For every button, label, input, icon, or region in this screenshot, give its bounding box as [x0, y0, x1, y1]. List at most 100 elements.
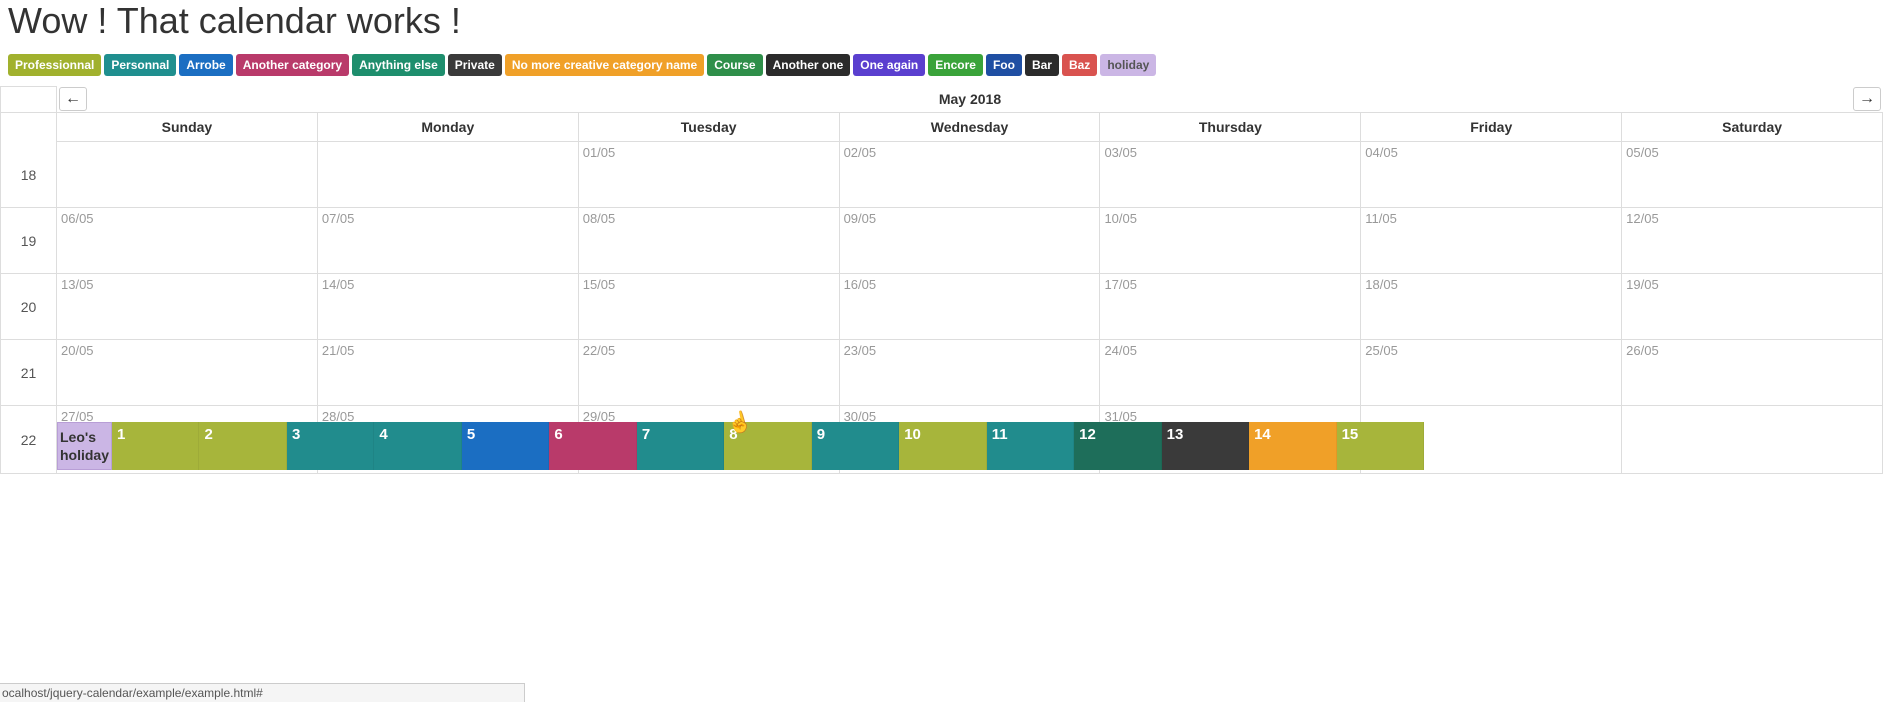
day-cell[interactable]: 09/05 — [840, 208, 1101, 274]
day-number: 09/05 — [844, 211, 877, 226]
day-cell[interactable]: 03/05 — [1100, 142, 1361, 208]
day-cell[interactable]: 18/05 — [1361, 274, 1622, 340]
category-badge[interactable]: One again — [853, 54, 925, 76]
status-bar: ocalhost/jquery-calendar/example/example… — [0, 683, 525, 702]
event-block[interactable]: 8 — [724, 422, 811, 470]
category-badge[interactable]: Bar — [1025, 54, 1059, 76]
day-cell[interactable]: 13/05 — [57, 274, 318, 340]
category-badge[interactable]: No more creative category name — [505, 54, 704, 76]
day-cell[interactable]: 10/05 — [1100, 208, 1361, 274]
event-block[interactable]: 10 — [899, 422, 986, 470]
day-header-monday: Monday — [318, 113, 579, 142]
day-cell[interactable]: 22/05 — [579, 340, 840, 406]
day-number: 25/05 — [1365, 343, 1398, 358]
event-track-empty — [1424, 422, 1883, 470]
day-header-saturday: Saturday — [1622, 113, 1883, 142]
category-badge[interactable]: Course — [707, 54, 762, 76]
next-month-button[interactable]: → — [1853, 87, 1881, 111]
day-cell[interactable]: 06/05 — [57, 208, 318, 274]
event-block[interactable]: 12 — [1074, 422, 1161, 470]
day-cell[interactable]: 24/05 — [1100, 340, 1361, 406]
day-header-thursday: Thursday — [1100, 113, 1361, 142]
category-badge[interactable]: Personnal — [104, 54, 176, 76]
event-block[interactable]: 5 — [462, 422, 549, 470]
week-number: 19 — [0, 208, 57, 274]
day-number: 24/05 — [1104, 343, 1137, 358]
day-cell[interactable]: 15/05 — [579, 274, 840, 340]
category-badge[interactable]: Arrobe — [179, 54, 232, 76]
day-number: 17/05 — [1104, 277, 1137, 292]
day-cell[interactable]: 01/05 — [579, 142, 840, 208]
event-track: Leo's holiday123456789101112131415 — [57, 422, 1883, 470]
week-number: 20 — [0, 274, 57, 340]
day-cell[interactable]: 11/05 — [1361, 208, 1622, 274]
event-block[interactable]: 6 — [549, 422, 636, 470]
category-badge[interactable]: Anything else — [352, 54, 445, 76]
day-cell[interactable] — [318, 142, 579, 208]
day-number: 11/05 — [1365, 211, 1397, 226]
category-badge[interactable]: Another one — [766, 54, 851, 76]
day-cell[interactable]: 14/05 — [318, 274, 579, 340]
day-number: 20/05 — [61, 343, 94, 358]
category-badge[interactable]: holiday — [1100, 54, 1156, 76]
day-cell[interactable]: 20/05 — [57, 340, 318, 406]
day-number: 13/05 — [61, 277, 94, 292]
day-number: 04/05 — [1365, 145, 1398, 160]
day-number: 23/05 — [844, 343, 877, 358]
day-cell[interactable]: 07/05 — [318, 208, 579, 274]
day-number: 01/05 — [583, 145, 616, 160]
category-badge[interactable]: Baz — [1062, 54, 1097, 76]
day-cell[interactable]: 08/05 — [579, 208, 840, 274]
page-title: Wow ! That calendar works ! — [0, 0, 1883, 42]
event-block[interactable]: 4 — [374, 422, 461, 470]
day-cell[interactable]: 12/05 — [1622, 208, 1883, 274]
event-block[interactable]: 11 — [987, 422, 1074, 470]
day-header-sunday: Sunday — [57, 113, 318, 142]
calendar-header-main: ← May 2018 → — [57, 86, 1883, 112]
day-cell[interactable]: 04/05 — [1361, 142, 1622, 208]
event-block[interactable]: 14 — [1249, 422, 1336, 470]
day-cell[interactable]: 19/05 — [1622, 274, 1883, 340]
day-number: 05/05 — [1626, 145, 1659, 160]
day-cell[interactable]: 21/05 — [318, 340, 579, 406]
week-row: 2120/0521/0522/0523/0524/0525/0526/05 — [0, 340, 1883, 406]
week-col-header — [0, 113, 57, 142]
category-badge[interactable]: Another category — [236, 54, 349, 76]
day-cell[interactable]: 25/05 — [1361, 340, 1622, 406]
day-number: 21/05 — [322, 343, 355, 358]
event-block[interactable]: 1 — [112, 422, 199, 470]
day-number: 18/05 — [1365, 277, 1398, 292]
day-number: 26/05 — [1626, 343, 1659, 358]
event-block[interactable]: 3 — [287, 422, 374, 470]
day-cell[interactable]: 05/05 — [1622, 142, 1883, 208]
category-badge[interactable]: Encore — [928, 54, 983, 76]
day-number: 08/05 — [583, 211, 616, 226]
holiday-event[interactable]: Leo's holiday — [57, 422, 112, 470]
day-number: 10/05 — [1104, 211, 1137, 226]
day-number: 15/05 — [583, 277, 616, 292]
day-number: 07/05 — [322, 211, 355, 226]
day-cell[interactable]: 26/05 — [1622, 340, 1883, 406]
day-number: 16/05 — [844, 277, 877, 292]
day-cell[interactable]: 16/05 — [840, 274, 1101, 340]
week-row: 2227/0528/0529/0530/0531/05Leo's holiday… — [0, 406, 1883, 474]
calendar-header-spacer — [0, 86, 57, 112]
category-badge[interactable]: Foo — [986, 54, 1022, 76]
day-cell[interactable] — [57, 142, 318, 208]
calendar: ← May 2018 → Sunday Monday Tuesday Wedne… — [0, 86, 1883, 474]
event-block[interactable]: 15 — [1337, 422, 1424, 470]
day-number: 03/05 — [1104, 145, 1137, 160]
event-block[interactable]: 9 — [812, 422, 899, 470]
event-block[interactable]: 2 — [199, 422, 286, 470]
day-cell[interactable]: 17/05 — [1100, 274, 1361, 340]
day-number: 14/05 — [322, 277, 355, 292]
event-block[interactable]: 13 — [1162, 422, 1249, 470]
category-badge[interactable]: Professionnal — [8, 54, 101, 76]
day-cell[interactable]: 23/05 — [840, 340, 1101, 406]
day-cell[interactable]: 02/05 — [840, 142, 1101, 208]
calendar-month-label: May 2018 — [57, 91, 1883, 107]
event-block[interactable]: 7 — [637, 422, 724, 470]
prev-month-button[interactable]: ← — [59, 87, 87, 111]
day-header-friday: Friday — [1361, 113, 1622, 142]
category-badge[interactable]: Private — [448, 54, 502, 76]
